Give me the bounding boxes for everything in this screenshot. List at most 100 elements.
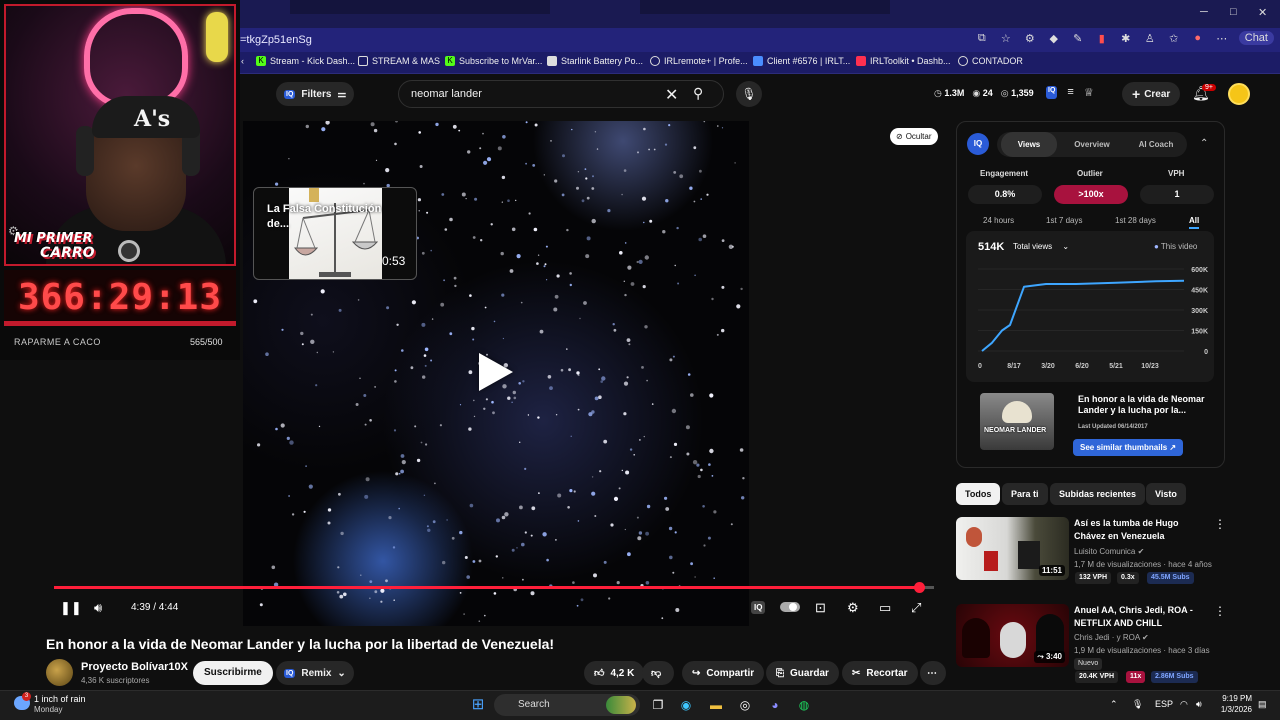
language-indicator[interactable]: ESP [1155,699,1173,709]
bookmark-item[interactable]: Starlink Battery Po... [547,56,643,66]
more-vertical-icon[interactable]: ⋮ [1214,604,1226,618]
copilot-chat-button[interactable]: Chat [1238,31,1274,45]
rec-thumbnail[interactable]: ⤳ 3:40 [956,604,1069,667]
fullscreen-icon[interactable]: ⤢ [911,600,921,616]
browser-tab[interactable] [640,0,890,14]
profile-icon[interactable]: ● [1191,32,1205,44]
file-explorer-icon[interactable]: ▬ [706,695,726,715]
play-icon[interactable] [479,353,513,391]
bookmark-item[interactable]: STREAM & MAS [358,56,440,66]
range-24-hours[interactable]: 24 hours [983,216,1014,225]
progress-bar[interactable] [54,582,934,593]
share-button[interactable]: ↪ Compartir [682,661,765,685]
more-icon[interactable]: ⋯ [1215,32,1229,45]
chip-all[interactable]: Todos [956,483,1001,505]
extension-icon[interactable]: ⚙ [1023,32,1037,45]
theater-mode-icon[interactable]: ▭ [879,600,891,616]
settings-gear-icon[interactable]: ⚙ [847,600,859,616]
clip-button[interactable]: ✂ Recortar [842,661,918,685]
chip-recent[interactable]: Subidas recientes [1050,483,1146,505]
bookmark-item[interactable]: K Stream - Kick Dash... [256,56,355,66]
range-first-28-days[interactable]: 1st 28 days [1115,216,1156,225]
star-point [692,460,698,465]
star-icon[interactable]: ☆ [999,32,1013,45]
see-similar-thumbnails-button[interactable]: See similar thumbnails ↗ [1073,439,1184,456]
extension-icon[interactable]: ✱ [1119,32,1133,45]
search-box[interactable]: neomar lander ✕ ⚲ [398,80,724,108]
vidiq-player-icon[interactable]: IQ [751,601,766,614]
tray-chevron-up-icon[interactable]: ⌃ [1110,699,1118,710]
weather-title[interactable]: 1 inch of rain [34,694,86,704]
account-avatar[interactable] [1228,83,1250,105]
tab-views[interactable]: Views [1001,132,1057,157]
address-text[interactable]: =tkgZp51enSg [240,34,312,46]
trophy-icon[interactable]: ♕ [1084,86,1094,99]
rec-title[interactable]: Así es la tumba de Hugo Chávez en Venezu… [1074,517,1210,543]
discord-icon[interactable]: ◕ [765,695,785,715]
remix-button[interactable]: IQ Remix ⌄ [276,661,354,685]
chevron-up-icon[interactable]: ⌃ [1200,138,1208,149]
notifications-icon[interactable]: ▤ [1258,699,1267,710]
dislike-button[interactable]: 👎︎ [642,661,674,685]
chip-watched[interactable]: Visto [1146,483,1186,505]
bookmark-item[interactable]: CONTADOR [958,56,1023,66]
extension-icon[interactable]: ✎ [1071,32,1085,45]
more-actions-button[interactable]: ⋯ [920,661,946,685]
range-first-7-days[interactable]: 1st 7 days [1046,216,1082,225]
close-icon[interactable]: ✕ [1258,6,1267,19]
bookmark-item[interactable]: Client #6576 | IRLT... [753,56,850,66]
volume-icon[interactable]: 🔊︎ [1196,699,1202,710]
extension-icon[interactable]: ▮ [1095,32,1109,45]
range-all[interactable]: All [1189,216,1200,229]
rec-channel[interactable]: Luisito Comunica ✔ [1074,547,1144,556]
progress-scrubber[interactable] [914,582,926,593]
windows-start-icon[interactable]: ⊞ [468,695,488,715]
volume-icon[interactable]: 🔊︎ [94,600,102,616]
task-view-icon[interactable]: ❐ [648,695,668,715]
bookmark-item[interactable]: K Subscribe to MrVar... [445,56,542,66]
chip-for-you[interactable]: Para ti [1002,483,1048,505]
more-vertical-icon[interactable]: ⋮ [1214,517,1226,531]
wifi-icon[interactable]: ◠ [1180,699,1188,710]
channel-avatar[interactable] [46,659,73,686]
metric-select[interactable]: Total views ⌄ [1013,242,1069,251]
microphone-icon[interactable]: 🎙 [736,81,762,107]
microphone-icon[interactable]: 🎙 [1132,699,1143,710]
save-button[interactable]: ⎘ Guardar [766,661,839,685]
endcard-video[interactable]: La Falsa Constitución de... 0:53 [253,187,417,280]
bookmark-item[interactable]: IRLremote+ | Profe... [650,56,748,66]
bookmark-overflow[interactable]: ‹ [241,56,244,66]
vidiq-icon[interactable]: IQ [1046,86,1058,99]
bookmark-item[interactable]: IRLToolkit • Dashb... [856,56,951,66]
browser-tab[interactable] [290,0,550,14]
search-input[interactable]: neomar lander [411,88,482,100]
list-icon[interactable]: ≡ [1067,86,1073,99]
subscribe-button[interactable]: Suscribirme [193,661,273,685]
maximize-icon[interactable]: □ [1230,6,1237,18]
tab-overview[interactable]: Overview [1061,132,1123,157]
search-icon[interactable]: ⚲ [693,85,703,102]
rec-channel[interactable]: Chris Jedi · y ROA ✔ [1074,633,1149,642]
rec-title[interactable]: Anuel AA, Chris Jedi, ROA - NETFLIX AND … [1074,604,1210,630]
rec-thumbnail[interactable]: 11:51 [956,517,1069,580]
obs-icon[interactable]: ◎ [735,695,755,715]
clear-search-icon[interactable]: ✕ [665,85,678,105]
minimize-icon[interactable]: ─ [1200,6,1208,18]
open-in-app-icon[interactable]: ⧉ [975,32,989,45]
pause-icon[interactable]: ❚❚ [60,600,82,616]
extension-icon[interactable]: ◆ [1047,32,1061,45]
related-thumbnail[interactable]: NEOMAR LANDER [980,393,1054,450]
channel-name[interactable]: Proyecto Bolívar10X [81,661,188,673]
extension-icon[interactable]: ♙ [1143,32,1157,45]
subtitles-icon[interactable]: ⊡ [815,600,826,616]
like-button[interactable]: 👍︎ 4,2 K [584,661,645,685]
autoplay-toggle[interactable] [780,602,800,612]
favorites-icon[interactable]: ✩ [1167,32,1181,45]
filters-button[interactable]: IQ Filters ⚌ [276,82,355,106]
tab-ai-coach[interactable]: AI Coach [1127,132,1185,157]
hide-button[interactable]: ⊘ Ocultar [890,128,938,145]
clock-time[interactable]: 9:19 PM [1220,694,1252,703]
create-button[interactable]: + Crear [1122,82,1181,106]
spotify-icon[interactable]: ◍ [794,695,814,715]
edge-icon[interactable]: ◉ [676,695,696,715]
